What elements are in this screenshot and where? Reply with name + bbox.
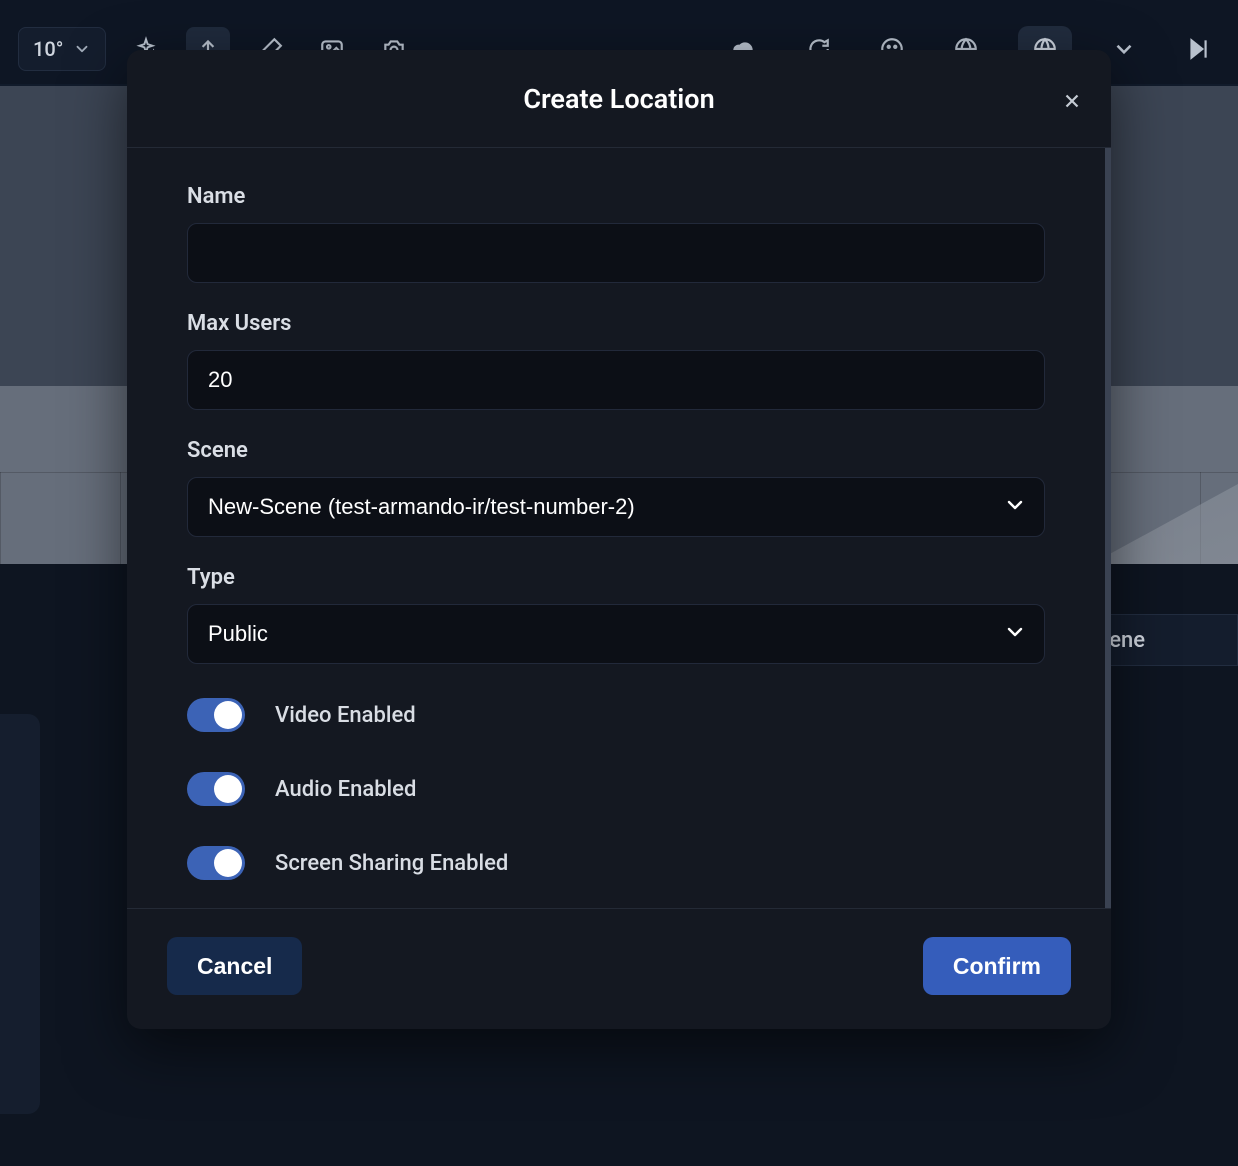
create-location-modal: Create Location Name Max Users Scene	[127, 50, 1111, 1029]
toggle-video: Video Enabled	[187, 692, 1045, 738]
modal-header: Create Location	[127, 50, 1111, 148]
toggle-screen-sharing: Screen Sharing Enabled	[187, 840, 1045, 886]
cancel-button[interactable]: Cancel	[167, 937, 302, 995]
field-scene: Scene	[187, 438, 1045, 537]
modal-overlay: Create Location Name Max Users Scene	[0, 0, 1238, 1166]
field-label: Type	[187, 565, 1045, 590]
close-icon	[1061, 90, 1083, 112]
modal-footer: Cancel Confirm	[127, 908, 1111, 1029]
field-label: Max Users	[187, 311, 1045, 336]
modal-body: Name Max Users Scene Type	[127, 148, 1111, 908]
toggle-label: Screen Sharing Enabled	[275, 851, 508, 876]
field-type: Type	[187, 565, 1045, 664]
max-users-input[interactable]	[187, 350, 1045, 410]
modal-title: Create Location	[523, 83, 714, 115]
field-label: Scene	[187, 438, 1045, 463]
confirm-button[interactable]: Confirm	[923, 937, 1071, 995]
toggle-label: Audio Enabled	[275, 777, 416, 802]
close-button[interactable]	[1057, 86, 1087, 116]
field-label: Name	[187, 184, 1045, 209]
toggle-label: Video Enabled	[275, 703, 416, 728]
name-input[interactable]	[187, 223, 1045, 283]
type-select[interactable]	[187, 604, 1045, 664]
field-max-users: Max Users	[187, 311, 1045, 410]
scene-select[interactable]	[187, 477, 1045, 537]
audio-toggle[interactable]	[187, 772, 245, 806]
video-toggle[interactable]	[187, 698, 245, 732]
field-name: Name	[187, 184, 1045, 283]
screen-sharing-toggle[interactable]	[187, 846, 245, 880]
toggle-audio: Audio Enabled	[187, 766, 1045, 812]
